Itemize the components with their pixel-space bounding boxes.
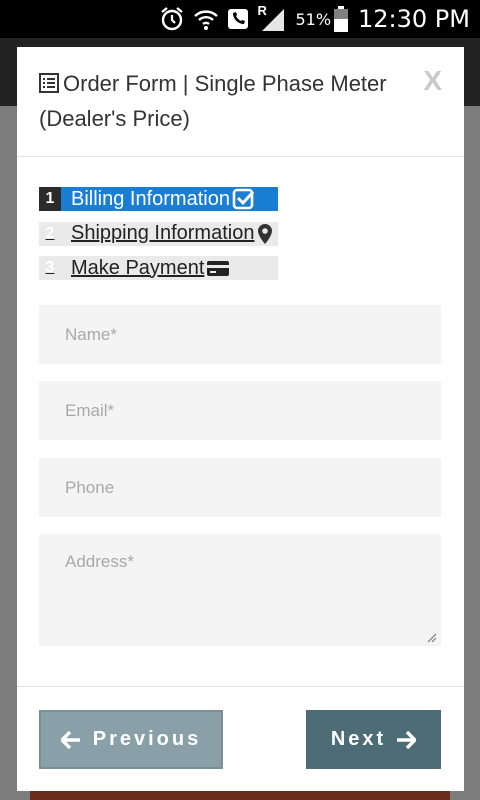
step-number: 2 bbox=[45, 224, 55, 242]
name-field[interactable] bbox=[39, 305, 441, 364]
list-alt-icon bbox=[39, 69, 59, 102]
status-bar: R 51% 12:30 PM bbox=[0, 0, 480, 38]
modal-title-text: Order Form | Single Phase Meter (Dealer'… bbox=[39, 71, 387, 131]
step-label: Make Payment bbox=[71, 256, 205, 279]
battery-percent: 51% bbox=[295, 9, 332, 29]
step-shipping[interactable]: 2 Shipping Information bbox=[39, 221, 279, 246]
arrow-left-icon bbox=[60, 730, 81, 749]
previous-label: Previous bbox=[92, 728, 202, 750]
wifi-call-icon bbox=[227, 8, 249, 30]
next-label: Next bbox=[330, 728, 387, 750]
step-progress: 1 Billing Information 2 Shipping Informa… bbox=[39, 187, 279, 291]
step-number: 1 bbox=[39, 187, 61, 211]
alarm-icon bbox=[159, 6, 185, 32]
page-footer-strip bbox=[30, 790, 450, 800]
close-button[interactable]: X bbox=[423, 65, 442, 97]
map-marker-icon bbox=[256, 223, 274, 245]
clock: 12:30 PM bbox=[358, 5, 470, 33]
next-button[interactable]: Next bbox=[306, 710, 441, 769]
phone-field[interactable] bbox=[39, 458, 441, 517]
resize-handle-icon[interactable] bbox=[425, 630, 437, 643]
address-field[interactable] bbox=[39, 534, 441, 646]
wifi-icon bbox=[193, 7, 219, 31]
step-payment[interactable]: 3 Make Payment bbox=[39, 256, 279, 280]
step-billing[interactable]: 1 Billing Information bbox=[39, 187, 279, 211]
step-label: Shipping Information bbox=[71, 222, 255, 244]
signal-icon: R bbox=[257, 3, 285, 31]
roaming-indicator: R bbox=[257, 3, 267, 18]
check-square-icon bbox=[232, 188, 256, 210]
battery-icon bbox=[334, 6, 349, 32]
order-form-modal: Order Form | Single Phase Meter (Dealer'… bbox=[17, 47, 464, 791]
modal-header: Order Form | Single Phase Meter (Dealer'… bbox=[17, 47, 464, 157]
email-field[interactable] bbox=[39, 381, 441, 440]
modal-title: Order Form | Single Phase Meter (Dealer'… bbox=[39, 67, 399, 135]
step-number: 3 bbox=[45, 259, 55, 276]
previous-button[interactable]: Previous bbox=[39, 710, 223, 769]
arrow-right-icon bbox=[396, 730, 417, 749]
step-label: Billing Information bbox=[71, 187, 230, 210]
credit-card-icon bbox=[206, 259, 230, 277]
modal-footer: Previous Next bbox=[17, 686, 464, 791]
